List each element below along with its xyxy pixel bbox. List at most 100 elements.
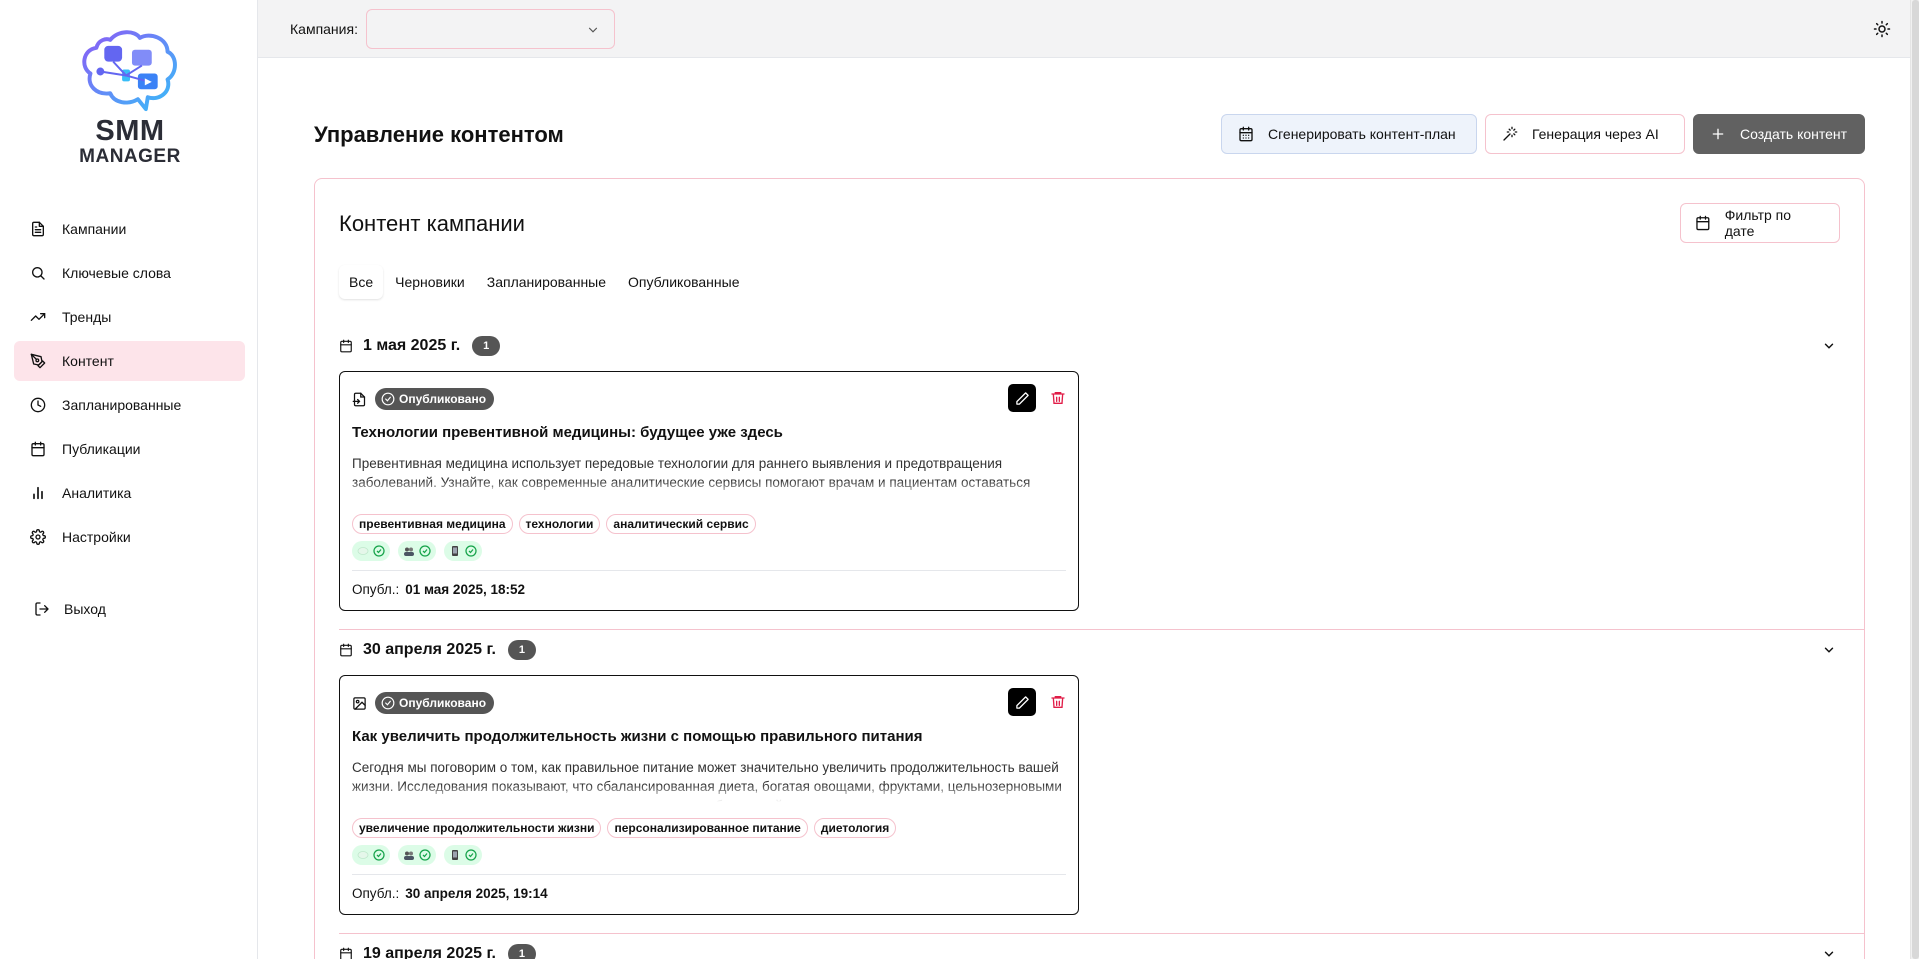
sidebar-item-settings[interactable]: Настройки — [14, 517, 245, 557]
calendar-icon — [340, 339, 352, 353]
calendar-icon — [340, 643, 352, 657]
sidebar: SMM MANAGER Кампании Ключевые слова Трен… — [0, 0, 258, 959]
count-badge: 1 — [507, 640, 536, 660]
brain-logo-icon — [82, 30, 177, 112]
published-label: Опубл.: — [352, 886, 400, 901]
tab-published[interactable]: Опубликованные — [618, 265, 749, 299]
post-divider — [352, 874, 1066, 875]
create-content-button[interactable]: Создать контент — [1693, 114, 1865, 154]
chevron-down-icon[interactable] — [1822, 339, 1836, 353]
post-channels — [352, 541, 482, 561]
published-label: Опубл.: — [352, 582, 400, 597]
date-filter-label: Фильтр по дате — [1724, 207, 1792, 239]
channel-community — [398, 541, 436, 561]
generate-plan-label: Сгенерировать контент-план — [1268, 126, 1456, 142]
pen-tool-icon — [30, 353, 46, 369]
channel-mobile — [444, 541, 482, 561]
sidebar-item-keywords[interactable]: Ключевые слова — [14, 253, 245, 293]
app-logo[interactable]: SMM MANAGER — [72, 30, 188, 166]
main-area: Кампания: Управление контентом Сгенериро… — [258, 0, 1919, 959]
smartphone-icon — [452, 850, 458, 860]
logo-text-top: SMM — [95, 115, 165, 147]
clock-icon — [30, 397, 46, 413]
trash-icon[interactable] — [1050, 390, 1066, 406]
scrollbar-thumb[interactable] — [1912, 0, 1919, 959]
channel-mobile — [444, 845, 482, 865]
status-label: Опубликовано — [399, 696, 487, 710]
tag: аналитический сервис — [606, 514, 756, 534]
check-circle-icon — [465, 545, 477, 557]
check-circle-icon — [465, 849, 477, 861]
post-published: Опубл.: 30 апреля 2025, 19:14 — [352, 886, 548, 901]
speech-bubble-icon — [357, 851, 369, 859]
logo-text-bottom: MANAGER — [79, 146, 181, 167]
tag: технологии — [518, 514, 601, 534]
chevron-down-icon[interactable] — [1822, 947, 1836, 959]
date-group-header[interactable]: 30 апреля 2025 г. 1 — [339, 635, 1840, 665]
users-icon — [404, 851, 414, 860]
content-tabs: Все Черновики Запланированные Опубликова… — [339, 265, 751, 299]
content-post[interactable]: Опубликовано Как увеличить продолжительн… — [339, 675, 1079, 915]
count-badge: 1 — [507, 944, 536, 959]
sidebar-item-campaigns[interactable]: Кампании — [14, 209, 245, 249]
trash-icon[interactable] — [1050, 694, 1066, 710]
post-title: Как увеличить продолжительность жизни с … — [352, 728, 923, 745]
sun-icon[interactable] — [1873, 20, 1891, 38]
sidebar-item-analytics[interactable]: Аналитика — [14, 473, 245, 513]
group-divider — [339, 629, 1864, 630]
logout-label: Выход — [64, 601, 106, 617]
status-label: Опубликовано — [399, 392, 487, 406]
page-title: Управление контентом — [314, 122, 564, 147]
sidebar-item-label: Контент — [62, 353, 114, 369]
date-group-title: 19 апреля 2025 г. — [363, 945, 496, 959]
post-channels — [352, 845, 482, 865]
date-group-header[interactable]: 1 мая 2025 г. 1 — [339, 331, 1840, 361]
calendar-icon — [1696, 215, 1710, 231]
trending-up-icon — [30, 309, 46, 325]
ai-generate-button[interactable]: Генерация через AI — [1485, 114, 1685, 154]
edit-button[interactable] — [1008, 688, 1036, 716]
logout-button[interactable]: Выход — [14, 589, 245, 629]
sidebar-item-publications[interactable]: Публикации — [14, 429, 245, 469]
post-published: Опубл.: 01 мая 2025, 18:52 — [352, 582, 525, 597]
post-title: Технологии превентивной медицины: будуще… — [352, 424, 783, 441]
campaign-select[interactable] — [365, 8, 615, 49]
date-group-header[interactable]: 19 апреля 2025 г. 1 — [339, 939, 1840, 959]
page-header: Управление контентом Сгенерировать конте… — [314, 112, 1865, 156]
tab-scheduled[interactable]: Запланированные — [477, 265, 616, 299]
post-divider — [352, 570, 1066, 571]
calendar-icon — [340, 947, 352, 959]
ai-generate-label: Генерация через AI — [1532, 126, 1659, 142]
tag: персонализированное питание — [607, 818, 808, 838]
topbar: Кампания: — [258, 0, 1919, 58]
sidebar-item-label: Настройки — [62, 529, 131, 545]
page-scrollbar[interactable] — [1910, 0, 1919, 959]
date-group-title: 1 мая 2025 г. — [363, 337, 461, 354]
date-filter-button[interactable]: Фильтр по дате — [1680, 203, 1840, 243]
status-badge: Опубликовано — [375, 692, 495, 714]
chevron-down-icon[interactable] — [1822, 643, 1836, 657]
date-group: 19 апреля 2025 г. 1 — [339, 939, 1840, 959]
check-circle-icon — [419, 545, 431, 557]
sidebar-item-content[interactable]: Контент — [14, 341, 245, 381]
date-group-title: 30 апреля 2025 г. — [363, 641, 496, 658]
smartphone-icon — [452, 546, 458, 556]
edit-button[interactable] — [1008, 384, 1036, 412]
sidebar-item-label: Аналитика — [62, 485, 132, 501]
sidebar-item-trends[interactable]: Тренды — [14, 297, 245, 337]
content-post[interactable]: Опубликовано Технологии превентивной мед… — [339, 371, 1079, 611]
tab-all[interactable]: Все — [339, 265, 384, 299]
generate-plan-button[interactable]: Сгенерировать контент-план — [1221, 114, 1477, 154]
calendar-icon — [1239, 126, 1253, 142]
users-icon — [404, 547, 414, 556]
tab-drafts[interactable]: Черновики — [385, 265, 475, 299]
check-circle-icon — [419, 849, 431, 861]
post-tags: увеличение продолжительности жизни персо… — [352, 818, 897, 838]
sidebar-item-label: Кампании — [62, 221, 127, 237]
sidebar-item-scheduled[interactable]: Запланированные — [14, 385, 245, 425]
date-group: 30 апреля 2025 г. 1 Опубликовано Как уве… — [339, 635, 1864, 934]
campaign-label: Кампания: — [290, 20, 358, 37]
file-text-icon — [352, 392, 366, 406]
sidebar-item-label: Запланированные — [62, 397, 182, 413]
published-date: 30 апреля 2025, 19:14 — [405, 886, 548, 901]
